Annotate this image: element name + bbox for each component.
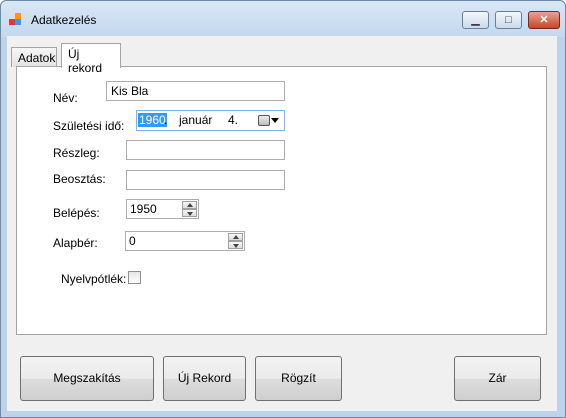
close-window-button[interactable]: ✕ bbox=[528, 11, 560, 29]
spin-down-icon[interactable] bbox=[182, 209, 197, 217]
spin-down-icon[interactable] bbox=[228, 241, 243, 249]
position-label: Beosztás: bbox=[53, 172, 106, 186]
base-salary-value: 0 bbox=[129, 234, 136, 248]
window-title: Adatkezelés bbox=[31, 13, 97, 27]
language-bonus-checkbox[interactable] bbox=[128, 271, 141, 284]
language-bonus-label: Nyelvpótlék: bbox=[61, 272, 127, 286]
tab-uj-rekord[interactable]: Új rekord bbox=[61, 43, 121, 75]
tab-adatok[interactable]: Adatok bbox=[11, 47, 57, 67]
base-salary-label: Alapbér: bbox=[53, 236, 98, 250]
app-icon bbox=[9, 13, 23, 27]
close-button[interactable]: Zár bbox=[454, 356, 541, 401]
spin-up-icon[interactable] bbox=[228, 233, 243, 241]
department-label: Részleg: bbox=[53, 146, 100, 160]
minimize-button[interactable]: ▁ bbox=[462, 11, 489, 29]
birth-date-label: Születési idő: bbox=[53, 119, 125, 133]
new-record-button[interactable]: Új Rekord bbox=[163, 356, 246, 401]
spin-up-icon[interactable] bbox=[182, 201, 197, 209]
hire-year-label: Belépés: bbox=[53, 206, 100, 220]
calendar-icon[interactable] bbox=[258, 115, 270, 126]
name-label: Név: bbox=[53, 91, 78, 105]
position-input[interactable] bbox=[126, 170, 285, 190]
name-input[interactable]: Kis Bla bbox=[106, 81, 285, 101]
birth-year: 1960 bbox=[138, 113, 167, 127]
department-input[interactable] bbox=[126, 140, 285, 160]
save-button[interactable]: Rögzít bbox=[255, 356, 342, 401]
hire-year-value: 1950 bbox=[130, 202, 157, 216]
cancel-button[interactable]: Megszakítás bbox=[20, 356, 154, 401]
birth-date-picker[interactable]: 1960 . január 4. bbox=[136, 110, 285, 131]
title-bar[interactable]: Adatkezelés ▁ □ ✕ bbox=[1, 1, 565, 37]
birth-month: január bbox=[179, 113, 213, 127]
dropdown-arrow-icon[interactable] bbox=[271, 118, 279, 123]
hire-year-stepper[interactable]: 1950 bbox=[126, 199, 199, 219]
maximize-button[interactable]: □ bbox=[495, 11, 522, 29]
tab-panel-uj-rekord bbox=[16, 66, 547, 335]
base-salary-stepper[interactable]: 0 bbox=[125, 231, 245, 251]
birth-day: 4. bbox=[228, 113, 239, 127]
